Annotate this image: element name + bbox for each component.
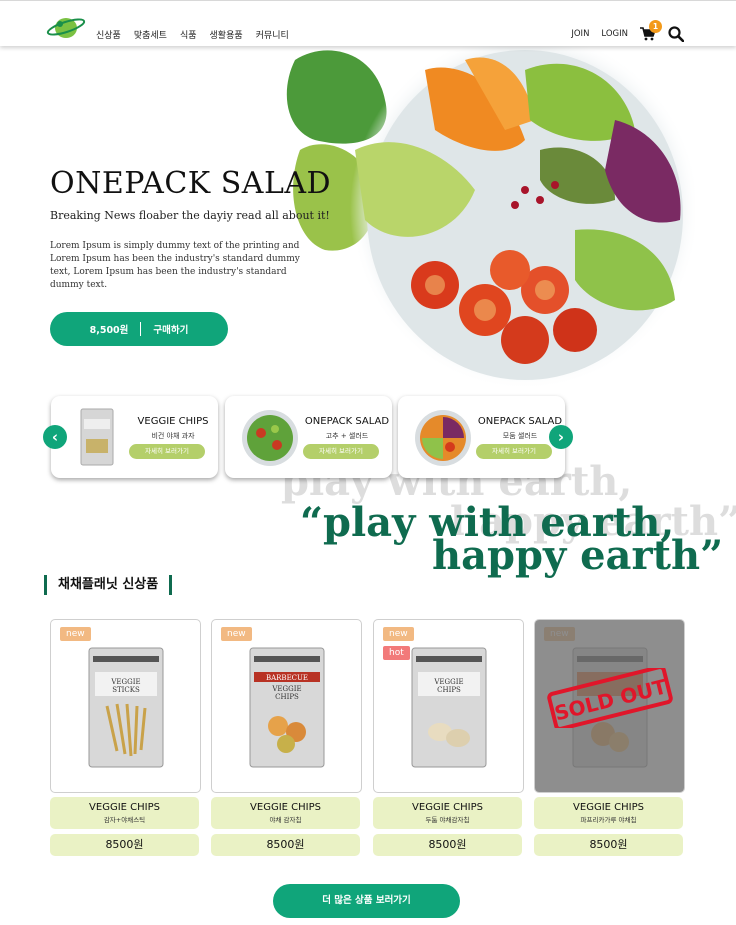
planet-logo[interactable] [46,11,86,41]
cart-button[interactable]: 1 [640,20,662,41]
slider-prev-button[interactable]: ‹ [43,425,67,449]
product-image-box[interactable]: BARBECUE VEGGIE CHIPS new [211,619,362,793]
join-link[interactable]: JOIN [571,29,589,39]
slider-card[interactable]: ONEPACK SALAD 모둠 샐러드 자세히 보러가기 [398,396,565,478]
login-link[interactable]: LOGIN [601,29,628,39]
product-info: VEGGIE CHIPS 감자+야채스틱 [50,797,199,829]
header-utilities: JOIN LOGIN 1 [571,20,684,42]
sold-out-stamp: SOLD OUT [547,668,673,728]
nav-food[interactable]: 식품 [180,28,197,41]
product-price: 8500원 [534,834,683,856]
new-badge: new [383,627,414,641]
product-image-box[interactable]: new SOLD OUT [534,619,685,793]
product-desc: 감자+야채스틱 [103,816,146,824]
product-card[interactable]: BARBECUE VEGGIE CHIPS new VEGGIE CHIPS 야… [211,619,362,856]
product-info: VEGGIE CHIPS 야채 감자칩 [211,797,360,829]
hero-price: 8,500원 [89,325,129,336]
chips-bag-image: BARBECUE VEGGIE CHIPS [249,647,325,768]
section-title: 채채플래닛 신상품 [44,575,173,595]
card-more-button[interactable]: 자세히 보러가기 [476,444,552,459]
salad-bowl-image [286,40,695,390]
new-badge: new [60,627,91,641]
salad-thumbnail [415,410,471,466]
card-more-button[interactable]: 자세히 보러가기 [303,444,379,459]
button-divider [140,322,142,336]
svg-text:CHIPS: CHIPS [275,693,299,701]
salad-thumbnail [242,410,298,466]
product-info: VEGGIE CHIPS 두툼 야채감자칩 [373,797,522,829]
svg-text:VEGGIE: VEGGIE [271,685,301,693]
svg-text:CHIPS: CHIPS [437,686,461,694]
slider-card[interactable]: ONEPACK SALAD 고추 + 샐러드 자세히 보러가기 [225,396,392,478]
product-name: VEGGIE CHIPS [250,802,321,813]
cart-count-badge: 1 [649,20,662,33]
nav-custom-set[interactable]: 맞춤세트 [134,28,167,41]
chevron-left-icon: ‹ [51,428,59,446]
card-name: ONEPACK SALAD [477,416,563,427]
hot-badge: hot [383,646,410,660]
product-info: VEGGIE CHIPS 파프리카가루 야채칩 [534,797,683,829]
nav-community[interactable]: 커뮤니티 [256,28,289,41]
hero-buy-button[interactable]: 8,500원 구매하기 [50,312,228,346]
search-icon[interactable] [668,26,684,42]
product-image-box[interactable]: VEGGIE STICKS new [50,619,201,793]
svg-text:VEGGIE: VEGGIE [110,678,140,686]
site-header: 신상품 맞춤세트 식품 생활용품 커뮤니티 JOIN LOGIN 1 [0,0,736,46]
main-nav: 신상품 맞춤세트 식품 생활용품 커뮤니티 [96,28,289,41]
svg-text:STICKS: STICKS [112,686,140,694]
product-desc: 야채 감자칩 [269,816,302,824]
chips-bag-thumbnail [80,408,114,466]
more-products-button[interactable]: 더 많은 상품 보러가기 [273,884,460,918]
product-card[interactable]: VEGGIE STICKS new VEGGIE CHIPS 감자+야채스틱 8… [50,619,201,856]
slider-next-button[interactable]: › [549,425,573,449]
new-badge: new [221,627,252,641]
svg-text:VEGGIE: VEGGIE [433,678,463,686]
quote-line2: happy earth” [432,532,724,579]
slider-card[interactable]: VEGGIE CHIPS 비건 야채 과자 자세히 보러가기 [51,396,218,478]
card-more-button[interactable]: 자세히 보러가기 [129,444,205,459]
card-name: ONEPACK SALAD [304,416,390,427]
product-price: 8500원 [373,834,522,856]
nav-new-products[interactable]: 신상품 [96,28,121,41]
product-name: VEGGIE CHIPS [573,802,644,813]
card-desc: 비건 야채 과자 [151,432,195,440]
product-name: VEGGIE CHIPS [412,802,483,813]
hero-description: Lorem Ipsum is simply dummy text of the … [50,241,300,290]
product-price: 8500원 [50,834,199,856]
product-card[interactable]: new SOLD OUT VEGGIE CHIPS 파프리카가루 야채칩 850… [534,619,685,856]
card-name: VEGGIE CHIPS [137,416,209,427]
product-desc: 두툼 야채감자칩 [425,816,470,824]
product-card[interactable]: VEGGIE CHIPS new hot VEGGIE CHIPS 두툼 야채감… [373,619,524,856]
hero-title: ONEPACK SALAD [50,166,332,201]
chips-bag-image: VEGGIE STICKS [88,647,164,768]
nav-living-goods[interactable]: 생활용품 [210,28,243,41]
svg-text:BARBECUE: BARBECUE [266,674,308,682]
product-image-box[interactable]: VEGGIE CHIPS new hot [373,619,524,793]
chips-bag-image: VEGGIE CHIPS [411,647,487,768]
product-desc: 파프리카가루 야채칩 [580,816,637,824]
card-desc: 고추 + 샐러드 [325,432,369,440]
hero-buy-label: 구매하기 [153,325,189,336]
product-name: VEGGIE CHIPS [89,802,160,813]
chevron-right-icon: › [557,428,565,446]
hero-subtitle: Breaking News floaber the dayiy read all… [50,209,330,222]
product-price: 8500원 [211,834,360,856]
